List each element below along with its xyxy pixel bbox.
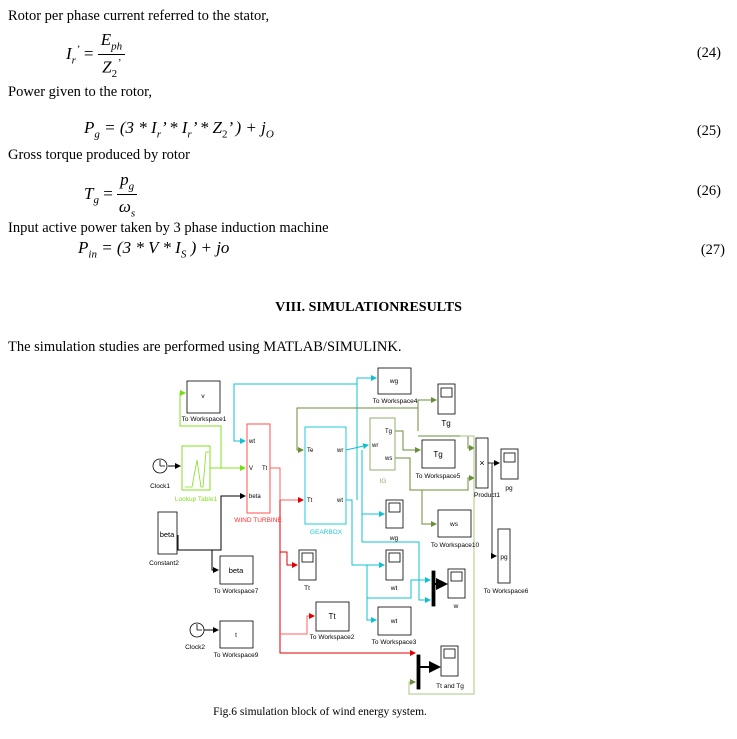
svg-text:beta: beta (249, 494, 261, 500)
wire-wt (346, 499, 385, 568)
svg-text:To Workspace2: To Workspace2 (310, 634, 355, 641)
svg-text:GEARBOX: GEARBOX (310, 529, 343, 536)
svg-text:Clock1: Clock1 (150, 483, 170, 490)
svg-text:To Workspace6: To Workspace6 (484, 588, 529, 595)
svg-text:To Workspace3: To Workspace3 (372, 639, 417, 646)
svg-text:×: × (479, 458, 484, 468)
svg-text:wt: wt (336, 498, 343, 504)
svg-text:wt: wt (390, 618, 398, 625)
svg-text:beta: beta (160, 530, 175, 539)
svg-text:Tt: Tt (262, 466, 268, 472)
wire-tt (270, 467, 304, 503)
mux-w (431, 570, 436, 607)
svg-text:Tt: Tt (328, 612, 336, 621)
svg-text:w: w (453, 603, 459, 610)
wire-beta-ws7 (211, 550, 219, 573)
wire-ws-ws10 (421, 490, 437, 527)
wire-tt-ws2 (280, 613, 315, 635)
wire-product-ws6 (491, 463, 497, 559)
gearbox-block (304, 426, 347, 525)
svg-text:Constant2: Constant2 (149, 560, 179, 567)
svg-text:To Workspace9: To Workspace9 (214, 652, 259, 659)
mux-tt-and-tg (416, 654, 421, 690)
svg-text:IG: IG (380, 478, 387, 485)
svg-text:Clock2: Clock2 (185, 644, 205, 651)
svg-text:ws: ws (384, 456, 392, 462)
svg-text:wg: wg (389, 535, 399, 542)
simulink-diagram: v To Workspace1 Clock1 Lookup Table1 WIN… (149, 367, 529, 695)
svg-text:wg: wg (389, 378, 399, 385)
svg-text:WIND TURBINE: WIND TURBINE (234, 517, 282, 524)
svg-text:wt: wt (390, 585, 398, 592)
svg-text:To Workspace4: To Workspace4 (373, 398, 418, 405)
svg-text:Product1: Product1 (474, 492, 500, 499)
svg-text:To Workspace5: To Workspace5 (416, 473, 461, 480)
svg-text:Tg: Tg (433, 450, 442, 459)
document-page: Rotor per phase current referred to the … (0, 0, 737, 739)
svg-text:pg: pg (505, 485, 513, 492)
svg-text:To Workspace1: To Workspace1 (182, 416, 227, 423)
svg-text:V: V (249, 466, 253, 472)
svg-text:Tg: Tg (385, 429, 392, 435)
svg-text:Lookup Table1: Lookup Table1 (175, 496, 218, 503)
svg-text:wr: wr (371, 443, 378, 449)
svg-text:Tt: Tt (304, 585, 310, 592)
svg-text:Tg: Tg (441, 419, 450, 428)
figure-caption: Fig.6 simulation block of wind energy sy… (213, 706, 427, 718)
svg-text:Te: Te (307, 448, 314, 454)
svg-text:ws: ws (449, 521, 459, 528)
svg-text:To Workspace10: To Workspace10 (431, 542, 480, 549)
svg-text:Tt and Tg: Tt and Tg (436, 683, 464, 690)
wire-tg-scope (417, 397, 437, 431)
svg-text:wt: wt (248, 439, 255, 445)
wire-wt-ws3 (366, 565, 377, 623)
wire-wt-mux (367, 577, 431, 599)
svg-text:t: t (235, 632, 237, 639)
svg-text:pg: pg (500, 554, 508, 561)
wire-tg-ws5 (395, 430, 421, 453)
svg-text:To Workspace7: To Workspace7 (214, 588, 259, 595)
svg-text:wr: wr (336, 448, 343, 454)
svg-text:Tt: Tt (307, 498, 313, 504)
svg-text:beta: beta (229, 566, 244, 575)
wire-tt-scope (280, 551, 298, 568)
